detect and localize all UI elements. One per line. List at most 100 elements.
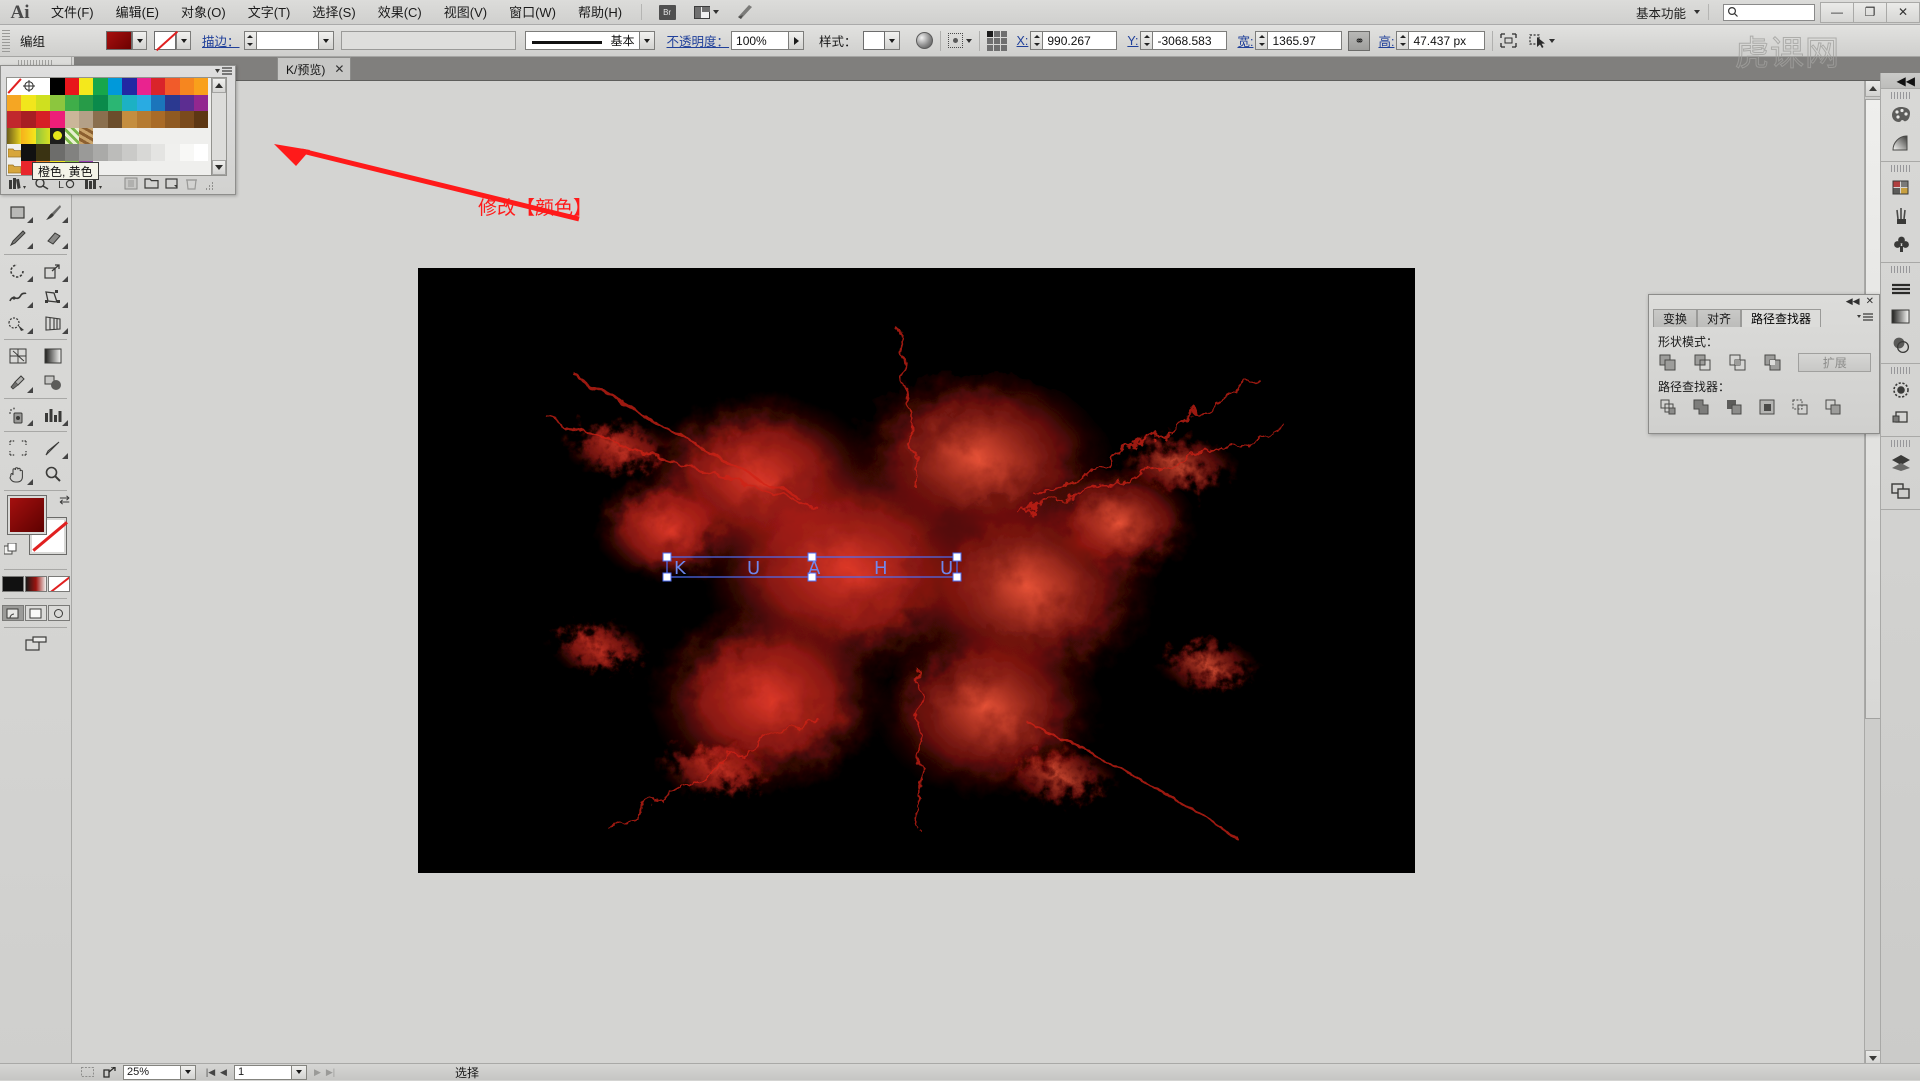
swatch-cell[interactable] — [7, 111, 22, 128]
close-button[interactable]: ✕ — [1886, 1, 1920, 23]
stroke-weight-field[interactable] — [256, 31, 319, 50]
swatch-red[interactable] — [64, 78, 79, 95]
new-color-group-icon[interactable] — [124, 177, 138, 190]
swatch-yellow[interactable] — [78, 78, 94, 95]
swatches-panel-icon[interactable] — [1881, 174, 1920, 202]
swatch-cell[interactable] — [78, 111, 94, 128]
align-chevron-down-icon[interactable] — [965, 38, 972, 43]
none-button[interactable] — [47, 576, 70, 592]
dock-group-grip[interactable] — [1891, 165, 1910, 172]
share-icon[interactable] — [98, 1066, 120, 1078]
gradient2-panel-icon[interactable] — [1881, 303, 1920, 331]
swatch-cell[interactable] — [7, 94, 22, 111]
artboard[interactable]: K U A H U — [418, 268, 1415, 873]
panel-menu-icon[interactable] — [215, 67, 232, 77]
height-label[interactable]: 高: — [1376, 31, 1396, 50]
constrain-proportions-icon[interactable]: ⚭ — [1348, 30, 1371, 51]
swatch-cell[interactable] — [21, 111, 36, 128]
exclude-icon[interactable] — [1763, 352, 1782, 372]
swatch-cell[interactable] — [165, 111, 180, 128]
appearance-panel-icon[interactable] — [1881, 376, 1920, 404]
width-stepper[interactable] — [1255, 31, 1269, 50]
swatch-cell[interactable] — [50, 111, 65, 128]
stroke-color-swatch[interactable] — [154, 31, 176, 50]
stroke-profile-dropdown[interactable] — [340, 31, 516, 50]
full-screen-mode[interactable] — [47, 605, 70, 621]
search-input[interactable] — [1723, 3, 1815, 21]
hand-tool[interactable] — [0, 461, 35, 487]
crop-icon[interactable] — [1757, 397, 1777, 417]
swatch-cell[interactable] — [136, 94, 151, 111]
menu-select[interactable]: 选择(S) — [301, 0, 366, 25]
default-fill-stroke-icon[interactable] — [3, 542, 17, 556]
swatch-cell[interactable] — [64, 111, 79, 128]
reference-point-selector[interactable] — [986, 30, 1007, 51]
pathfinder-collapse-icon[interactable]: ◀◀ — [1846, 296, 1860, 307]
stroke-color-dropdown[interactable] — [176, 31, 191, 50]
swatch-cell[interactable] — [64, 144, 79, 161]
menu-edit[interactable]: 编辑(E) — [105, 0, 170, 25]
control-bar-grip[interactable] — [2, 29, 10, 52]
canvas-vertical-scrollbar[interactable] — [1864, 81, 1881, 1066]
fill-proxy-swatch[interactable] — [7, 495, 47, 535]
align-to-selection-icon[interactable] — [947, 33, 963, 48]
swatch-cell[interactable] — [35, 94, 51, 111]
x-label[interactable]: X: — [1015, 34, 1031, 48]
menu-help[interactable]: 帮助(H) — [567, 0, 633, 25]
gradient-panel-icon[interactable] — [1881, 129, 1920, 157]
prev-artboard-button[interactable]: ◀ — [217, 1065, 230, 1080]
paintbrush-tool[interactable] — [35, 199, 70, 225]
swatch-orangered[interactable] — [165, 78, 180, 95]
width-tool[interactable] — [0, 284, 35, 310]
opacity-field[interactable]: 100% — [731, 31, 790, 50]
swatch-cell[interactable] — [122, 94, 137, 111]
artboard-tool[interactable] — [0, 435, 35, 461]
swatch-cell[interactable] — [136, 111, 151, 128]
swatch-cell[interactable] — [21, 94, 36, 111]
swatch-cell[interactable] — [107, 94, 123, 111]
color-button[interactable] — [1, 576, 24, 592]
y-stepper[interactable] — [1140, 31, 1154, 50]
x-stepper[interactable] — [1030, 31, 1044, 50]
swatch-white[interactable] — [35, 78, 51, 95]
swatch-cell[interactable] — [93, 111, 108, 128]
swatch-cell[interactable] — [78, 94, 94, 111]
menu-file[interactable]: 文件(F) — [40, 0, 105, 25]
swatch-cell[interactable] — [107, 144, 123, 161]
swatch-cell[interactable] — [21, 144, 36, 161]
outline-icon[interactable] — [1790, 397, 1810, 417]
swatch-black[interactable] — [50, 78, 65, 95]
width-field[interactable]: 1365.97 — [1268, 31, 1343, 50]
select-similar-chevron-down-icon[interactable] — [1549, 38, 1556, 43]
opacity-mask-icon[interactable] — [915, 32, 933, 49]
zoom-level-dropdown[interactable] — [181, 1064, 196, 1080]
eraser-tool[interactable] — [35, 225, 70, 251]
swatch-gradient[interactable] — [21, 127, 36, 144]
unite-icon[interactable] — [1658, 352, 1677, 372]
stroke-panel-icon[interactable] — [1881, 275, 1920, 303]
gradient-tool[interactable] — [35, 343, 70, 369]
intersect-icon[interactable] — [1728, 352, 1747, 372]
document-tab-close-icon[interactable]: ✕ — [334, 62, 344, 76]
minus-front-icon[interactable] — [1693, 352, 1712, 372]
layers-panel-icon[interactable] — [1881, 449, 1920, 477]
selection-bounding-box[interactable]: K U A H U — [662, 552, 962, 582]
select-similar-icon[interactable] — [1529, 33, 1546, 48]
next-artboard-button[interactable]: ▶ — [311, 1065, 324, 1080]
swatch-pattern[interactable] — [78, 127, 94, 144]
brushes-panel-icon[interactable] — [1881, 202, 1920, 230]
swatch-cell[interactable] — [194, 111, 209, 128]
pencil-tool[interactable] — [0, 225, 35, 251]
perspective-grid-tool[interactable] — [35, 310, 70, 336]
document-tab[interactable]: K/预览) ✕ — [277, 57, 352, 80]
canvas-area[interactable]: 修改【颜色】 K U A H U — [74, 81, 1920, 1066]
dock-group-grip[interactable] — [1891, 266, 1910, 273]
swatch-cell[interactable] — [93, 94, 108, 111]
y-label[interactable]: Y: — [1125, 34, 1140, 48]
minus-back-icon[interactable] — [1823, 397, 1843, 417]
swatch-cell[interactable] — [78, 144, 94, 161]
tab-pathfinder[interactable]: 路径查找器 — [1741, 309, 1822, 327]
stroke-weight-label[interactable]: 描边： — [200, 31, 242, 50]
swatch-pattern[interactable] — [50, 127, 65, 144]
scale-tool[interactable] — [35, 258, 70, 284]
